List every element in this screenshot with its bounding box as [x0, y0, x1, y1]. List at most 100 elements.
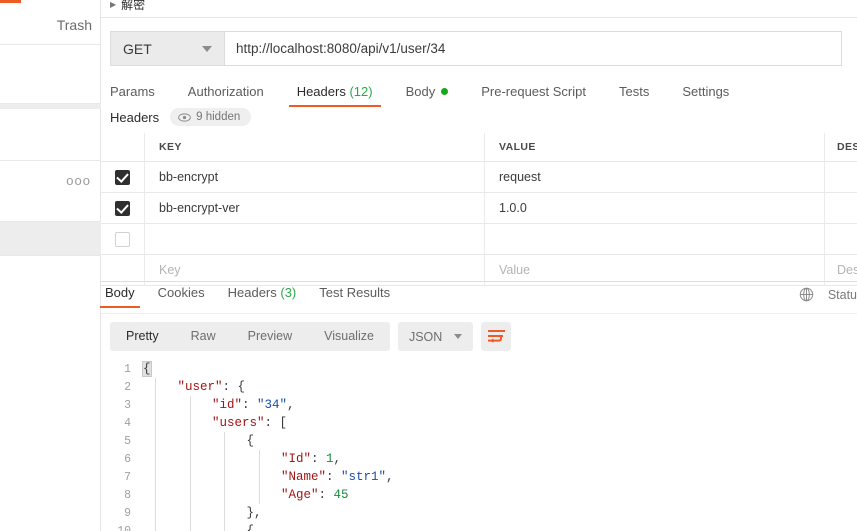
code-line[interactable]: 2 "user": {: [101, 378, 857, 396]
indent-guide: [189, 396, 191, 414]
code-token: 45: [333, 488, 349, 502]
eye-icon: [178, 112, 191, 122]
view-mode-visualize[interactable]: Visualize: [308, 322, 390, 351]
response-tab-test-results[interactable]: Test Results: [319, 285, 390, 308]
response-tab-body[interactable]: Body: [100, 285, 140, 308]
indent-guide: [224, 432, 225, 450]
table-header-row: KEY VALUE DES: [101, 133, 857, 162]
table-row[interactable]: bb-encrypt request: [101, 162, 857, 193]
code-line[interactable]: 8 "Age": 45: [101, 486, 857, 504]
code-line[interactable]: 7 "Name": "str1",: [101, 468, 857, 486]
active-tab-underline: [100, 305, 140, 308]
indent-guide: [155, 486, 156, 504]
indent-guide: [189, 486, 191, 504]
code-token: "str1": [341, 470, 387, 484]
code-line[interactable]: 6 "Id": 1,: [101, 450, 857, 468]
request-pane: ▶ 解密 GET http://localhost:8080/api/v1/use…: [100, 0, 857, 531]
indent-guide: [224, 468, 225, 486]
code-line[interactable]: 1{: [101, 360, 857, 378]
new-key-input[interactable]: Key: [159, 263, 181, 277]
code-text: {: [247, 524, 255, 531]
tab-settings[interactable]: Settings: [682, 84, 729, 107]
ellipsis-icon[interactable]: ooo: [66, 174, 91, 187]
response-body-code[interactable]: 1{2 "user": {3 "id": "34", 4 "users": [5{6 "I…: [101, 360, 857, 531]
table-row[interactable]: [101, 224, 857, 255]
view-mode-pretty[interactable]: Pretty: [110, 322, 175, 351]
new-value-input[interactable]: Value: [499, 263, 530, 277]
globe-icon[interactable]: [799, 287, 814, 302]
code-token: {: [142, 361, 152, 377]
select-all-cell: [101, 133, 145, 161]
request-tabs: Params Authorization Headers (12) Body P…: [110, 84, 762, 107]
row-checkbox[interactable]: [115, 169, 130, 185]
row-checkbox[interactable]: [115, 200, 130, 216]
indent-guide: [224, 504, 225, 522]
code-text: "Id": 1,: [281, 452, 341, 466]
top-divider: [101, 17, 857, 18]
response-separator: [101, 281, 857, 282]
response-tabs: Body Cookies Headers (3) Test Results: [100, 285, 413, 308]
response-tab-headers[interactable]: Headers (3): [228, 285, 297, 308]
header-key[interactable]: bb-encrypt-ver: [159, 201, 240, 215]
headers-subheader: Headers 9 hidden: [110, 108, 252, 126]
code-line[interactable]: 9},: [101, 504, 857, 522]
response-tab-cookies[interactable]: Cookies: [158, 285, 205, 308]
sidebar-row-selected[interactable]: [0, 222, 101, 255]
header-value[interactable]: 1.0.0: [499, 201, 527, 215]
tab-label: Headers: [227, 285, 277, 300]
sidebar-item-trash[interactable]: Trash: [57, 17, 92, 33]
indent-guide: [258, 486, 260, 504]
format-select[interactable]: JSON: [397, 322, 474, 351]
format-label: JSON: [408, 329, 443, 344]
tab-tests[interactable]: Tests: [619, 84, 649, 107]
table-row[interactable]: bb-encrypt-ver 1.0.0: [101, 193, 857, 224]
header-key[interactable]: bb-encrypt: [159, 170, 218, 184]
indent-guide: [189, 432, 191, 450]
chevron-right-icon: ▶: [110, 0, 117, 9]
collapse-label: 解密: [121, 0, 146, 12]
url-input[interactable]: http://localhost:8080/api/v1/user/34: [224, 31, 842, 66]
collapse-toggle[interactable]: ▶ 解密: [110, 0, 145, 13]
code-text: {: [142, 361, 152, 377]
tab-params[interactable]: Params: [110, 84, 155, 107]
http-method-select[interactable]: GET: [110, 31, 224, 66]
hidden-headers-badge[interactable]: 9 hidden: [170, 108, 252, 126]
code-token: ,: [287, 398, 295, 412]
code-token: {: [246, 434, 255, 448]
code-token: :: [242, 398, 258, 412]
indent-guide: [155, 396, 156, 414]
view-mode-raw[interactable]: Raw: [175, 322, 232, 351]
tab-pre-request-script[interactable]: Pre-request Script: [481, 84, 586, 107]
response-tabs-underline: [101, 313, 857, 314]
sidebar-divider: [0, 255, 101, 256]
line-number: 3: [124, 398, 131, 412]
header-value[interactable]: request: [499, 170, 541, 184]
row-checkbox[interactable]: [115, 231, 130, 247]
tab-authorization[interactable]: Authorization: [188, 84, 264, 107]
code-token: :: [311, 452, 327, 466]
indent-guide: [224, 450, 225, 468]
headers-table: KEY VALUE DES bb-encrypt request bb-encr…: [101, 133, 857, 286]
code-token: ,: [386, 470, 394, 484]
column-header-description: DES: [837, 141, 857, 153]
word-wrap-button[interactable]: [481, 322, 512, 351]
code-line[interactable]: 3 "id": "34",: [101, 396, 857, 414]
code-line[interactable]: 5{: [101, 432, 857, 450]
tab-label: Pre-request Script: [481, 84, 586, 99]
line-number: 2: [124, 380, 131, 394]
tab-body[interactable]: Body: [406, 84, 449, 107]
indent-guide: [155, 432, 156, 450]
line-number: 4: [124, 416, 131, 430]
code-text: "Name": "str1",: [281, 470, 394, 484]
view-mode-preview[interactable]: Preview: [232, 322, 308, 351]
code-line[interactable]: 10 {: [101, 522, 857, 531]
tab-headers[interactable]: Headers (12): [288, 84, 381, 107]
code-token: "users": [212, 416, 265, 430]
headers-count: (12): [349, 84, 373, 99]
indent-guide: [189, 468, 191, 486]
new-description-input[interactable]: Des: [837, 263, 857, 277]
code-token: :: [318, 488, 334, 502]
code-token: : {: [222, 380, 246, 394]
code-line[interactable]: 4 "users": [: [101, 414, 857, 432]
response-headers-count: (3): [280, 285, 297, 300]
